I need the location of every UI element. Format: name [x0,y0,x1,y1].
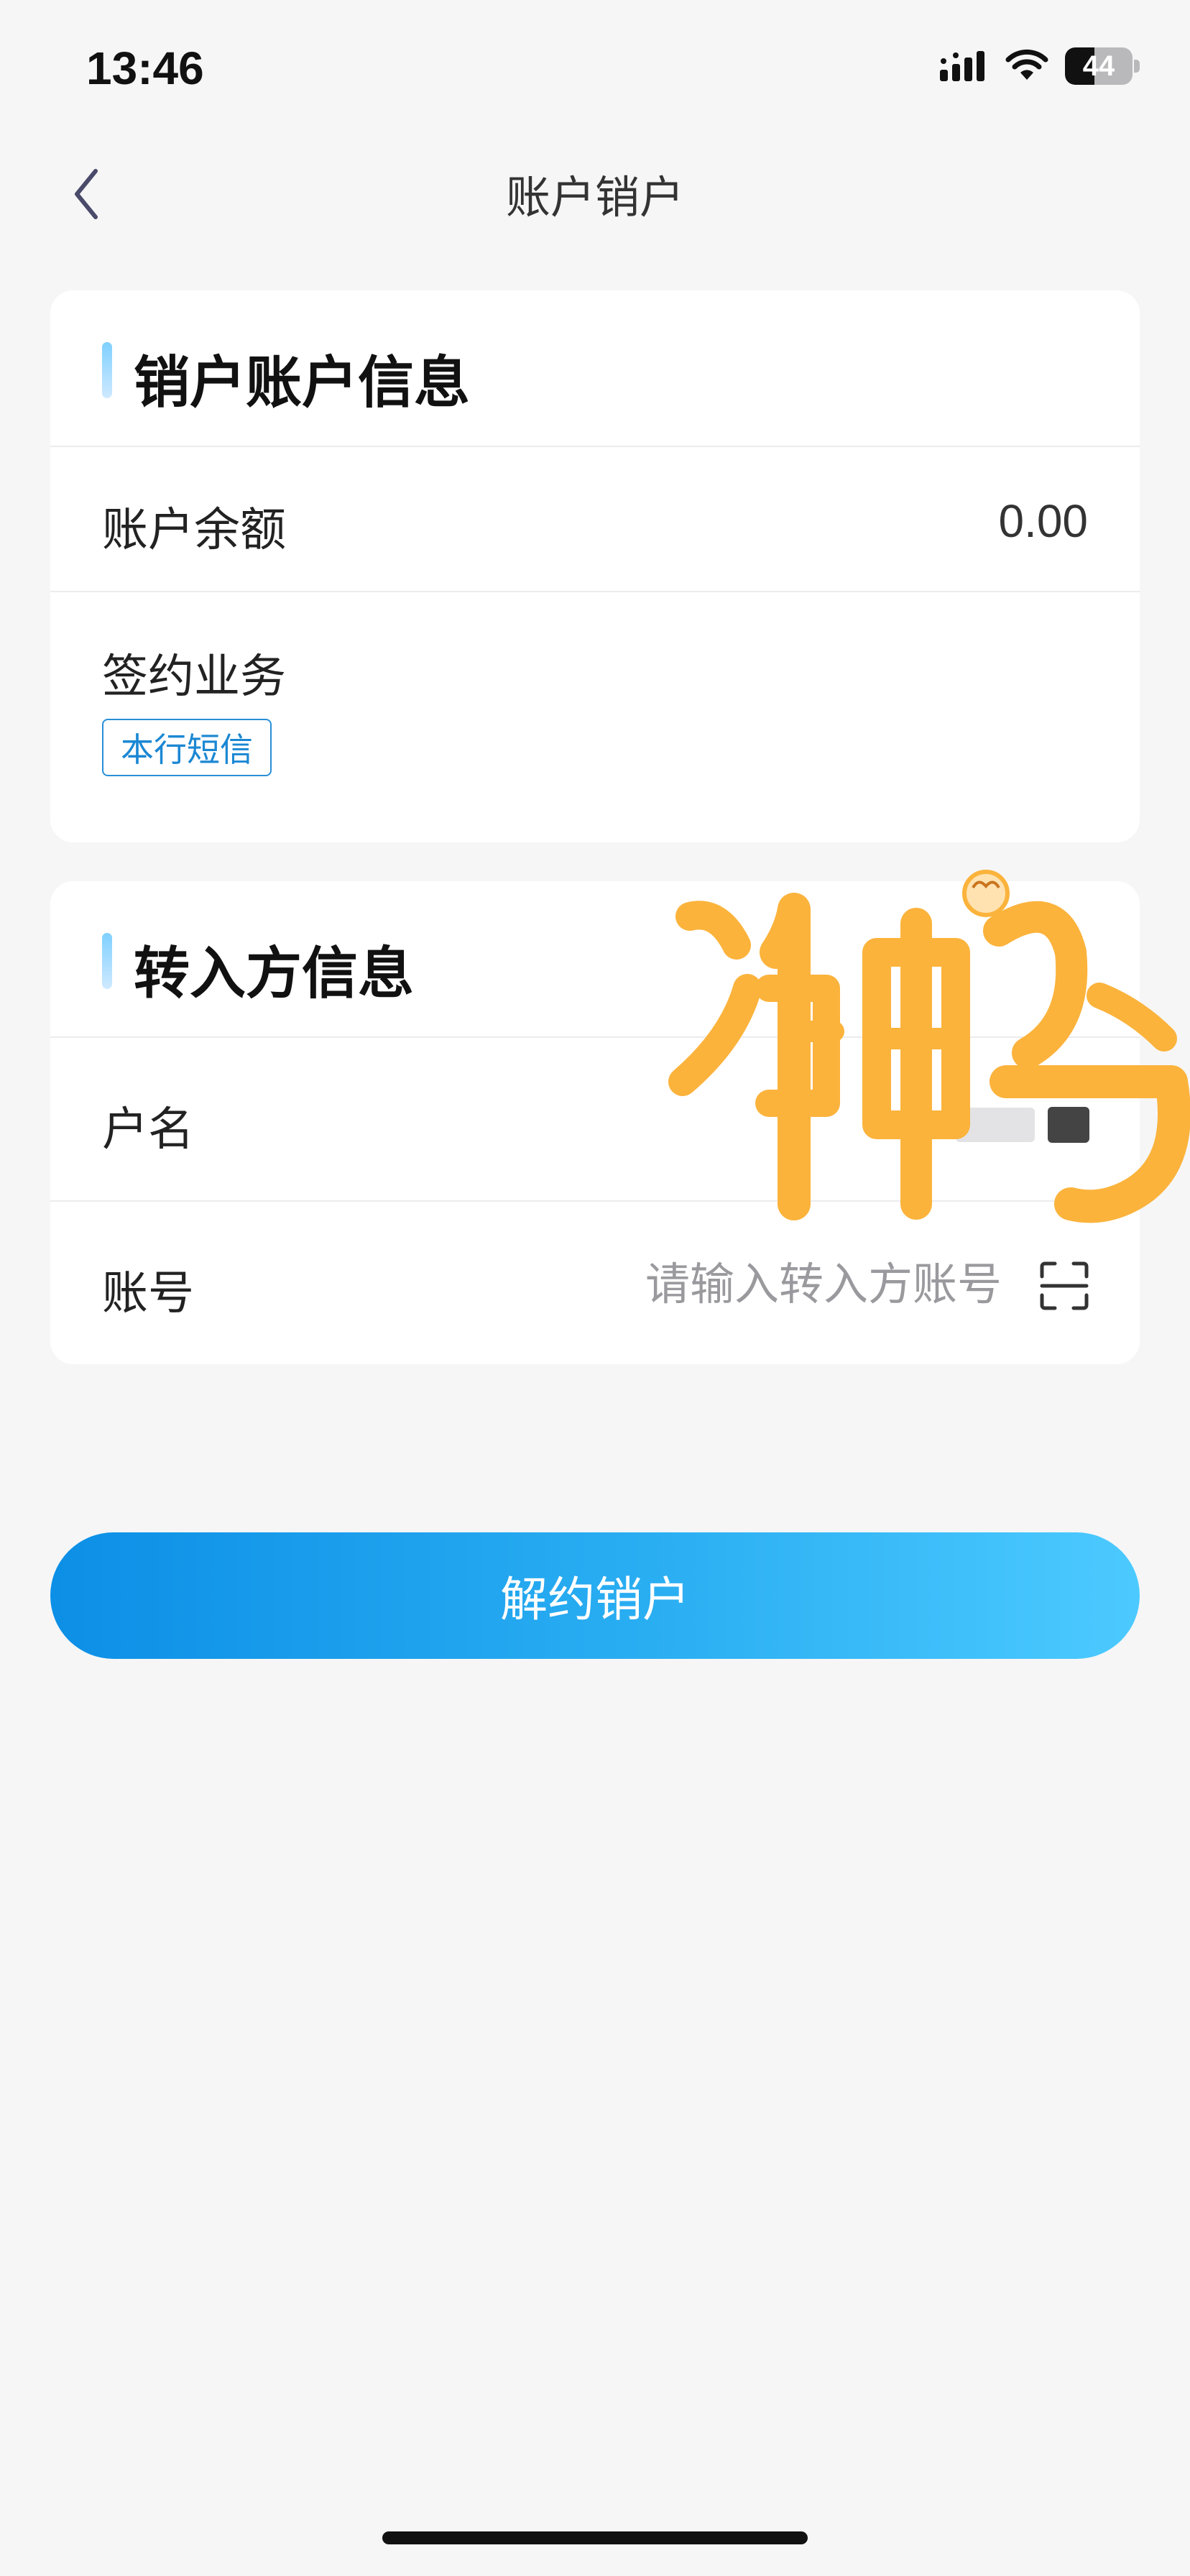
payee-account-input[interactable] [601,1248,1003,1320]
wifi-icon [1005,49,1048,80]
status-time: 13:46 [86,42,204,94]
page-title: 账户销户 [505,171,684,224]
payee-account-label: 账号 [102,1267,194,1320]
nav-bar: 账户销户 [0,137,1190,244]
payee-info-card: 转入方信息 户名 账号 [50,881,1140,1364]
section-accent-bar [102,342,112,398]
status-bar: 13:46 44 [0,0,1190,137]
balance-row: 账户余额 0.00 [50,447,1140,592]
payee-name-field[interactable] [956,1107,1089,1143]
unbind-close-account-button[interactable]: 解约销户 [50,1532,1140,1659]
name-placeholder-block [956,1108,1035,1142]
scan-icon[interactable] [1039,1261,1089,1311]
battery-icon: 44 [1065,47,1140,85]
signal-icon [940,51,984,81]
balance-value: 0.00 [998,495,1088,547]
payee-name-row[interactable]: 户名 [50,1038,1140,1202]
account-info-title: 销户账户信息 [134,351,471,415]
name-placeholder-dark [1048,1107,1089,1143]
section-accent-bar [102,933,112,989]
payee-info-header: 转入方信息 [50,881,1140,1038]
services-label: 签约业务 [102,650,286,704]
account-info-card: 销户账户信息 账户余额 0.00 签约业务 本行短信 [50,290,1140,842]
payee-account-row: 账号 [50,1202,1140,1364]
payee-info-title: 转入方信息 [134,942,415,1006]
account-info-header: 销户账户信息 [50,290,1140,447]
balance-label: 账户余额 [102,504,286,557]
services-row: 签约业务 本行短信 [50,592,1140,841]
battery-level: 44 [1082,50,1115,82]
home-indicator [382,2531,808,2544]
payee-name-label: 户名 [102,1103,194,1156]
service-tag-sms: 本行短信 [102,719,272,776]
status-icons: 44 [938,47,1140,85]
